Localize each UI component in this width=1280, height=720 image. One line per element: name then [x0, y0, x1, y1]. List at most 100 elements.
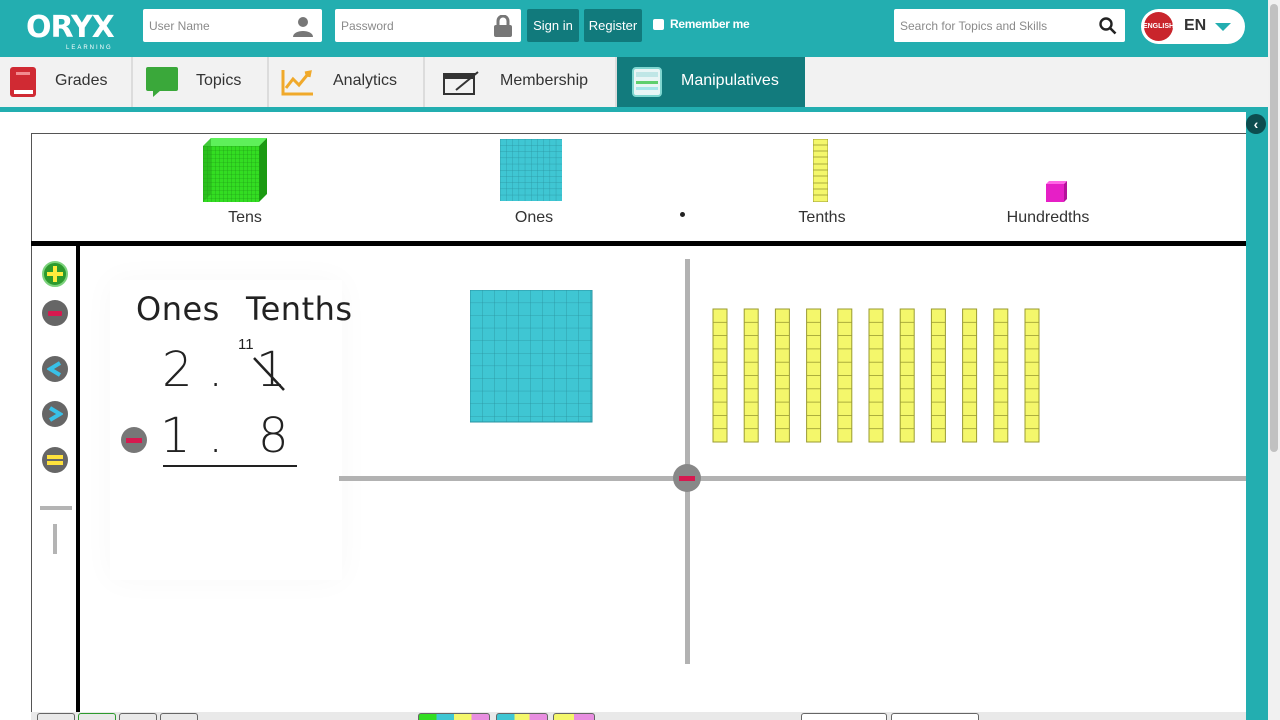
bottom-toolbar [31, 712, 1246, 720]
hundredths-label: Hundredths [1006, 209, 1090, 226]
tenths-rod[interactable] [962, 308, 978, 443]
tenths-rod[interactable] [899, 308, 915, 443]
nav-label-manipulatives: Manipulatives [681, 72, 779, 89]
nav-item-manipulatives[interactable]: Manipulatives [617, 57, 805, 114]
oryx-logo[interactable]: ORYX LEARNING [26, 8, 116, 54]
nav-item-analytics[interactable]: Analytics [269, 57, 425, 107]
lock-icon [493, 14, 513, 42]
plus-icon [47, 266, 63, 282]
bottom-tool-2[interactable] [78, 713, 116, 720]
bottom-button-2[interactable] [891, 713, 979, 720]
tenths-rod[interactable] [993, 308, 1009, 443]
membership-card-icon [442, 66, 480, 103]
nav-label-analytics: Analytics [333, 72, 398, 89]
main-nav: Grades Topics Analytics Membership Manip… [0, 57, 1268, 114]
tenths-rod[interactable] [806, 308, 822, 443]
answer-line [163, 465, 297, 467]
minus-icon [679, 475, 695, 481]
top-ones-digit: 2 [162, 342, 193, 398]
color-swatch-set-3[interactable] [553, 713, 595, 720]
password-field-wrap [335, 9, 521, 42]
tenths-column-heading: Tenths [246, 290, 353, 328]
horizontal-line-tool[interactable] [40, 506, 72, 510]
register-button[interactable]: Register [584, 9, 642, 42]
tenths-rod[interactable] [1024, 308, 1040, 443]
greater-than-tool-button[interactable] [42, 401, 68, 427]
bottom-ones-digit: 1 [160, 408, 191, 464]
minus-icon [126, 437, 142, 443]
line-chart-icon [281, 66, 315, 103]
tenths-rod[interactable] [743, 308, 759, 443]
color-swatch-set-2[interactable] [496, 713, 548, 720]
bottom-tool-4[interactable] [160, 713, 198, 720]
top-decimal-point: . [208, 342, 224, 398]
less-than-tool-button[interactable] [42, 356, 68, 382]
tenths-label: Tenths [798, 209, 846, 226]
hundredths-cube-source[interactable] [1046, 181, 1067, 207]
regroup-strikethrough [253, 357, 285, 391]
remember-label: Remember me [670, 17, 750, 31]
ones-column-heading: Ones [136, 290, 220, 328]
ones-block-source[interactable] [500, 139, 562, 206]
vertical-axis [685, 259, 690, 664]
tenths-rod-source[interactable] [812, 138, 829, 207]
tenths-rod[interactable] [837, 308, 853, 443]
manipulatives-icon [632, 67, 662, 102]
nav-label-grades: Grades [55, 72, 108, 89]
scrollbar-thumb[interactable] [1270, 4, 1278, 452]
logo-subtext: LEARNING [66, 45, 113, 51]
nav-item-topics[interactable]: Topics [133, 57, 269, 107]
book-icon [8, 66, 38, 103]
search-input[interactable] [894, 9, 1125, 42]
search-icon[interactable] [1099, 17, 1117, 40]
greater-than-icon [48, 406, 63, 422]
add-tool-button[interactable] [42, 261, 68, 287]
bottom-button-1[interactable] [801, 713, 887, 720]
search-field-wrap [894, 9, 1125, 42]
subtract-tool-button[interactable] [42, 300, 68, 326]
language-code: EN [1184, 17, 1207, 34]
regroup-mark: 11 [238, 336, 254, 353]
tens-block-source[interactable] [203, 138, 267, 207]
nav-label-topics: Topics [196, 72, 242, 89]
collapse-panel-button[interactable]: ‹ [1246, 114, 1266, 134]
less-than-icon [47, 361, 62, 377]
bottom-tool-3[interactable] [119, 713, 157, 720]
chevron-down-icon [1215, 23, 1231, 31]
page-scrollbar[interactable] [1268, 0, 1280, 720]
bottom-tool-1[interactable] [37, 713, 75, 720]
decimal-point-marker [680, 212, 685, 217]
top-header: ORYX LEARNING Sign in Register Remember … [0, 0, 1268, 57]
ones-label: Ones [514, 209, 554, 226]
tens-label: Tens [228, 209, 262, 226]
user-icon [292, 15, 314, 42]
remember-me[interactable]: Remember me [653, 17, 750, 31]
nav-item-membership[interactable]: Membership [425, 57, 617, 107]
language-selector[interactable]: ENGLISH EN [1141, 9, 1245, 44]
remember-checkbox[interactable] [653, 18, 664, 30]
ones-block[interactable] [469, 289, 593, 428]
bottom-decimal-point: . [208, 408, 224, 464]
chat-bubble-icon [145, 66, 179, 103]
subtraction-sign[interactable] [121, 427, 147, 453]
equals-tool-button[interactable] [42, 447, 68, 473]
username-field-wrap [143, 9, 322, 42]
bottom-tenths-digit: 8 [258, 408, 289, 464]
color-swatch-set-1[interactable] [418, 713, 490, 720]
palette-divider [31, 241, 1246, 246]
logo-word: ORYX [26, 10, 115, 45]
signin-button[interactable]: Sign in [527, 9, 579, 42]
tenths-rod[interactable] [930, 308, 946, 443]
equals-icon [47, 455, 63, 465]
minus-icon [48, 310, 62, 316]
vertical-line-tool[interactable] [53, 524, 57, 554]
tenths-rod[interactable] [868, 308, 884, 443]
tenths-rod[interactable] [774, 308, 790, 443]
tenths-rod[interactable] [712, 308, 728, 443]
toolbar-divider [76, 244, 80, 720]
axis-subtract-marker[interactable] [673, 464, 701, 492]
nav-item-grades[interactable]: Grades [0, 57, 133, 107]
english-flag-icon: ENGLISH [1143, 12, 1174, 41]
side-panel-strip: ‹ [1246, 112, 1268, 720]
tenths-rods-group [712, 308, 1040, 443]
